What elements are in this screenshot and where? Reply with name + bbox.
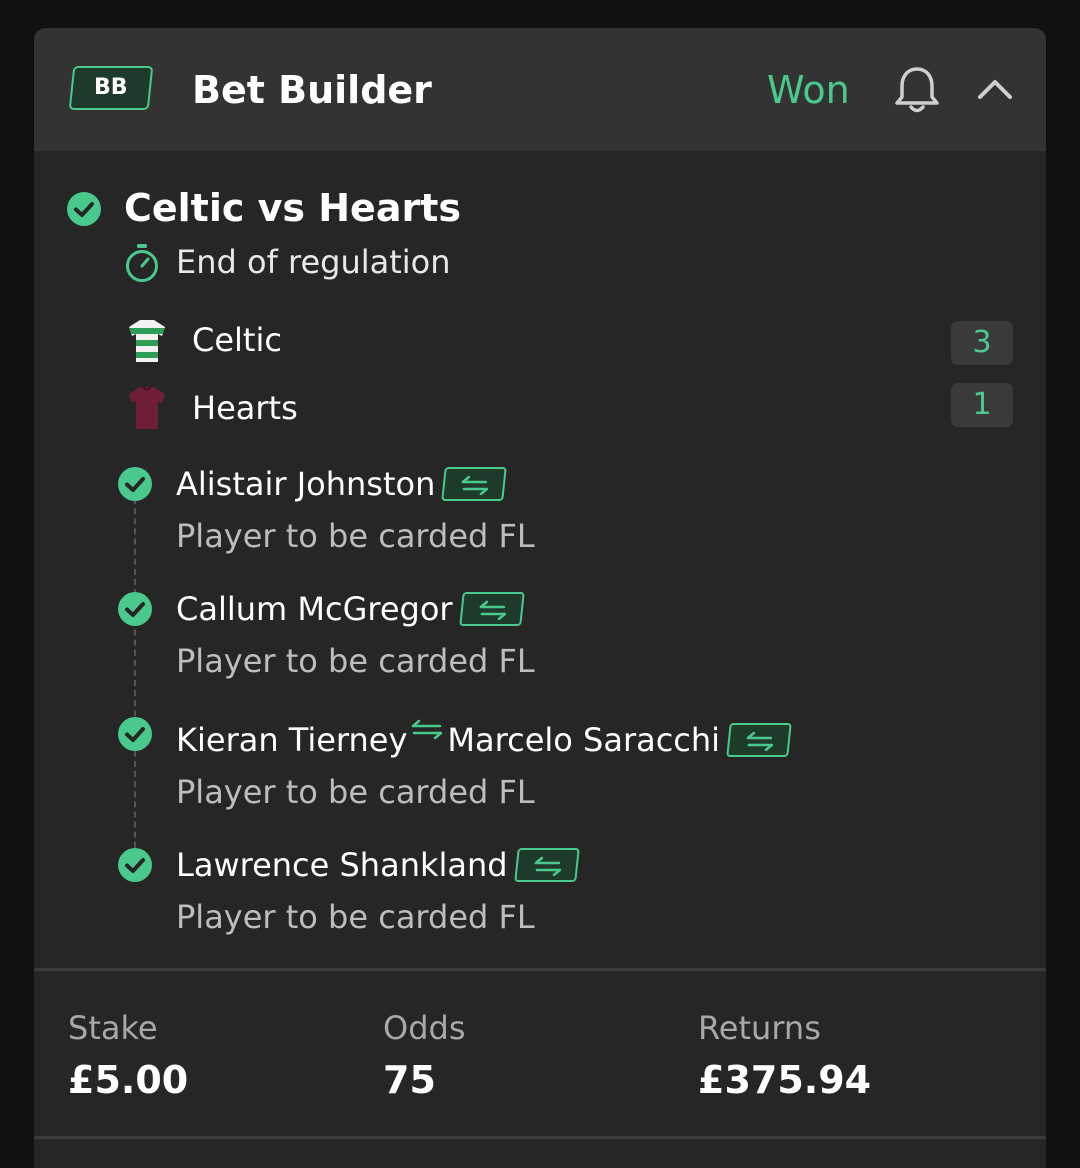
score-away: 1 (951, 383, 1013, 427)
match-title[interactable]: Celtic vs Hearts (124, 184, 461, 232)
team-name-home: Celtic (192, 321, 282, 359)
match-period: End of regulation (176, 243, 451, 281)
returns-value: £375.94 (698, 1058, 872, 1102)
swap-icon (462, 475, 489, 495)
selection-market: Player to be carded FL (176, 773, 535, 811)
swap-button[interactable] (441, 467, 508, 501)
selection-market: Player to be carded FL (176, 517, 535, 555)
divider (34, 968, 1046, 971)
jersey-icon (129, 386, 165, 429)
stopwatch-icon (126, 244, 158, 282)
swap-icon (746, 731, 774, 751)
swap-icon (534, 856, 561, 876)
returns-label: Returns (698, 1009, 821, 1047)
selection-timeline (134, 488, 136, 868)
divider (34, 1136, 1046, 1139)
team-name-away: Hearts (192, 389, 298, 427)
selection-player-substituted: Kieran Tierney Marcelo Saracchi (176, 718, 792, 762)
substitution-icon (412, 719, 443, 740)
check-circle-icon (67, 192, 101, 226)
jersey-icon (129, 320, 165, 362)
swap-button[interactable] (726, 723, 792, 757)
stake-value: £5.00 (68, 1058, 189, 1102)
player-out: Kieran Tierney (176, 721, 408, 759)
selection-market: Player to be carded FL (176, 898, 535, 936)
check-circle-icon (118, 848, 152, 882)
odds-label: Odds (383, 1009, 466, 1047)
bet-card: BB Bet Builder Won Celtic vs Hearts End … (34, 28, 1046, 1168)
check-circle-icon (118, 592, 152, 626)
check-circle-icon (118, 467, 152, 501)
selection-market: Player to be carded FL (176, 642, 535, 680)
odds-value: 75 (383, 1058, 436, 1102)
swap-button[interactable] (513, 848, 580, 882)
bet-status: Won (767, 68, 850, 112)
bell-icon[interactable] (892, 64, 942, 116)
bet-header[interactable]: BB Bet Builder Won (34, 28, 1046, 151)
swap-button[interactable] (458, 592, 525, 626)
bet-builder-badge: BB (68, 66, 154, 110)
selection-player: Alistair Johnston (176, 462, 508, 506)
bet-type-title: Bet Builder (192, 68, 432, 112)
selection-player: Lawrence Shankland (176, 843, 580, 887)
stake-label: Stake (68, 1009, 158, 1047)
chevron-up-icon[interactable] (974, 72, 1016, 106)
selection-player: Callum McGregor (176, 587, 525, 631)
check-circle-icon (118, 717, 152, 751)
player-in: Marcelo Saracchi (447, 721, 721, 759)
swap-icon (479, 600, 506, 620)
score-home: 3 (951, 321, 1013, 365)
